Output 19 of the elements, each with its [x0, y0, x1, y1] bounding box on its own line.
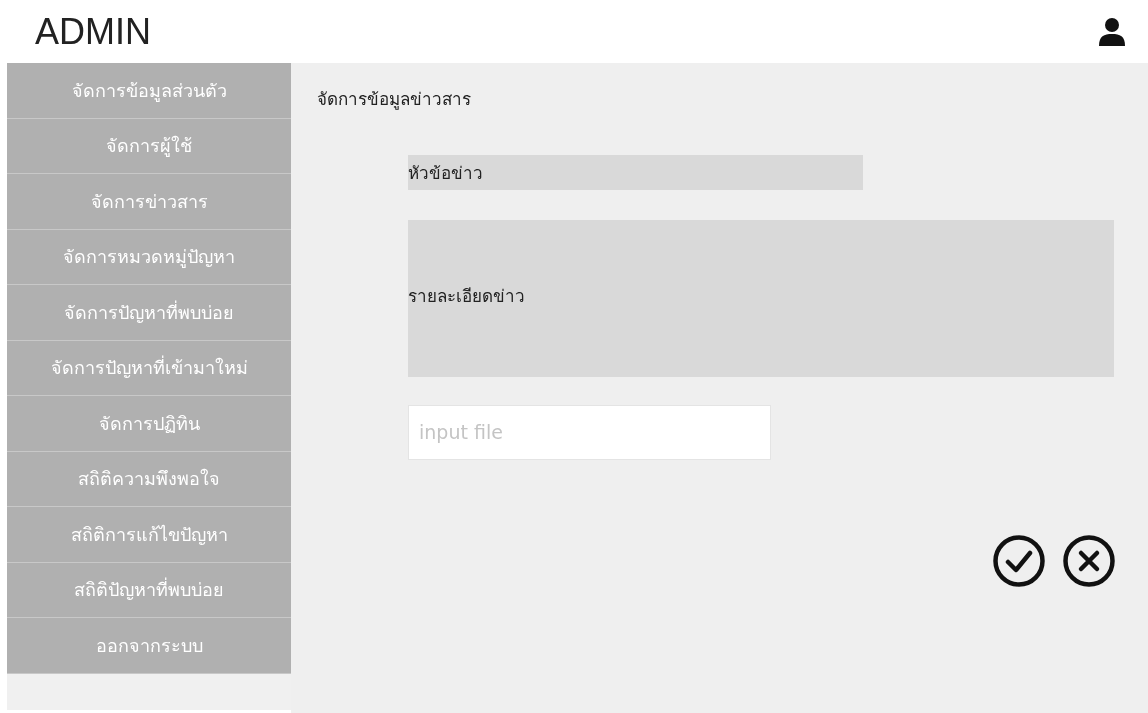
sidebar-item[interactable]: สถิติความพึงพอใจ: [7, 451, 291, 507]
sidebar-item[interactable]: จัดการหมวดหมู่ปัญหา: [7, 229, 291, 285]
details-field[interactable]: รายละเอียดข่าว: [408, 219, 1114, 377]
user-icon[interactable]: [1099, 17, 1125, 46]
sidebar-item[interactable]: สถิติปัญหาที่พบบ่อย: [7, 562, 291, 618]
sidebar-item[interactable]: จัดการปัญหาที่เข้ามาใหม่: [7, 340, 291, 396]
confirm-button[interactable]: [992, 533, 1046, 588]
app-title: ADMIN: [35, 13, 151, 50]
sidebar-item[interactable]: จัดการข่าวสาร: [7, 174, 291, 230]
file-input-field[interactable]: input file: [408, 404, 771, 460]
sidebar-item[interactable]: ออกจากระบบ: [7, 618, 291, 674]
sidebar-item[interactable]: จัดการปัญหาที่พบบ่อย: [7, 285, 291, 341]
cancel-button[interactable]: [1062, 533, 1116, 588]
sidebar-item[interactable]: จัดการปฏิทิน: [7, 396, 291, 452]
sidebar-item[interactable]: จัดการผู้ใช้: [7, 118, 291, 174]
headline-field[interactable]: หัวข้อข่าว: [408, 154, 863, 190]
page-title: จัดการข้อมูลข่าวสาร: [317, 88, 472, 112]
sidebar-item[interactable]: จัดการข้อมูลส่วนตัว: [7, 63, 291, 119]
sidebar-item[interactable]: สถิติการแก้ไขปัญหา: [7, 507, 291, 563]
